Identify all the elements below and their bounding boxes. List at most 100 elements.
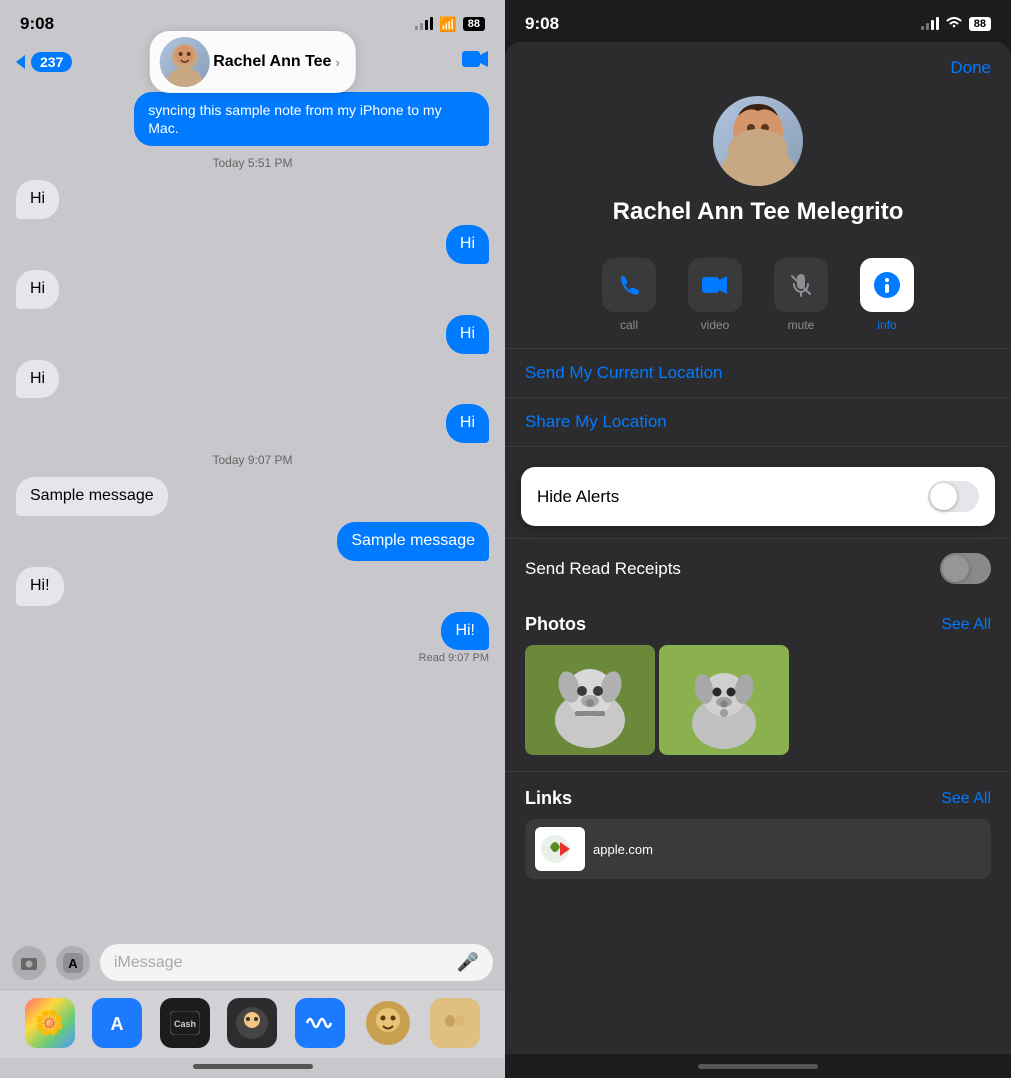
app-icons-row: 🌼 A Cash (0, 989, 505, 1058)
home-indicator (0, 1058, 505, 1078)
done-button[interactable]: Done (950, 58, 991, 78)
status-icons-left: 📶 88 (415, 16, 485, 33)
input-bar: A iMessage 🎤 (0, 936, 505, 989)
chevron-left-icon (16, 55, 25, 69)
send-location-btn[interactable]: Send My Current Location (505, 348, 1011, 397)
messages-area: syncing this sample note from my iPhone … (0, 82, 505, 936)
right-panel: 9:08 88 Done (505, 0, 1011, 1078)
home-bar-right (698, 1064, 818, 1069)
contact-full-name: Rachel Ann Tee Melegrito (613, 198, 904, 226)
signal-icon-right (921, 18, 939, 30)
message-bubble: Hi! (441, 612, 489, 651)
photo-thumb-2[interactable] (659, 645, 789, 755)
video-label: video (701, 318, 730, 332)
links-title: Links (525, 788, 572, 809)
action-buttons: call video (505, 242, 1011, 348)
photo-thumb-1[interactable] (525, 645, 655, 755)
message-bubble: Sample message (16, 477, 168, 516)
soundboard-icon[interactable] (295, 998, 345, 1048)
timestamp: Today 5:51 PM (16, 156, 489, 170)
toggle-thumb-receipts (942, 555, 969, 582)
hide-alerts-label: Hide Alerts (537, 487, 619, 507)
links-see-all-btn[interactable]: See All (941, 790, 991, 808)
wifi-icon-right (945, 15, 963, 34)
photos-grid (525, 645, 991, 755)
info-label: info (877, 318, 896, 332)
photos-see-all-btn[interactable]: See All (941, 616, 991, 634)
info-panel: Done Rachel Ann Tee Melegrito (505, 42, 1011, 1054)
camera-button[interactable] (12, 946, 46, 980)
battery-right: 88 (969, 17, 991, 31)
message-bubble: Hi (446, 404, 489, 443)
contact-avatar (713, 96, 803, 186)
nav-bar: 237 Rachel Ann Tee › (0, 42, 505, 82)
avatar-small (159, 37, 209, 87)
memoji2-icon[interactable] (363, 998, 413, 1048)
chevron-right-icon: › (335, 55, 339, 70)
message-bubble: Hi (446, 315, 489, 354)
photos-section-header: Photos See All (525, 614, 991, 635)
message-bubble: syncing this sample note from my iPhone … (134, 92, 489, 146)
apple-cash-icon[interactable]: Cash (160, 998, 210, 1048)
call-label: call (620, 318, 638, 332)
hide-alerts-card: Hide Alerts (521, 467, 995, 526)
photos-app-icon[interactable]: 🌼 (25, 998, 75, 1048)
call-icon-circle (602, 258, 656, 312)
toggle-thumb (930, 483, 957, 510)
call-action-btn[interactable]: call (594, 258, 664, 332)
message-bubble: Hi (446, 225, 489, 264)
app-store-button[interactable]: A (56, 946, 90, 980)
message-bubble: Hi (16, 180, 59, 219)
memoji-icon[interactable] (227, 998, 277, 1048)
read-receipts-label: Send Read Receipts (525, 559, 681, 579)
message-bubble: Hi (16, 360, 59, 399)
back-button[interactable]: 237 (16, 52, 72, 72)
home-indicator-right (505, 1054, 1011, 1078)
back-count: 237 (31, 52, 72, 72)
timestamp: Today 9:07 PM (16, 453, 489, 467)
home-bar (193, 1064, 313, 1069)
hide-alerts-toggle[interactable] (928, 481, 979, 512)
battery-left: 88 (463, 17, 485, 31)
svg-text:A: A (68, 956, 78, 971)
done-row: Done (505, 42, 1011, 86)
message-bubble: Hi (16, 270, 59, 309)
contact-name-popup[interactable]: Rachel Ann Tee › (149, 31, 356, 93)
read-receipts-toggle[interactable] (940, 553, 991, 584)
info-action-btn[interactable]: info (852, 258, 922, 332)
wifi-icon: 📶 (439, 16, 456, 33)
mute-label: mute (788, 318, 815, 332)
status-icons-right: 88 (921, 15, 991, 34)
photos-title: Photos (525, 614, 586, 635)
mute-action-btn[interactable]: mute (766, 258, 836, 332)
read-label: Read 9:07 PM (419, 652, 489, 664)
contact-name-label: Rachel Ann Tee (213, 53, 331, 71)
input-placeholder: iMessage (114, 954, 182, 972)
links-section-header: Links See All (525, 788, 991, 809)
photos-section: Photos See All (505, 598, 1011, 763)
message-bubble: Hi! (16, 567, 64, 606)
mic-icon: 🎤 (457, 952, 479, 973)
video-icon-circle (688, 258, 742, 312)
left-panel: 9:08 📶 88 237 (0, 0, 505, 1078)
share-location-btn[interactable]: Share My Location (505, 397, 1011, 447)
message-bubble: Sample message (337, 522, 489, 561)
svg-text:A: A (111, 1014, 124, 1034)
masks-icon[interactable] (430, 998, 480, 1048)
contact-header: Rachel Ann Tee Melegrito (505, 86, 1011, 242)
location-section: Send My Current Location Share My Locati… (505, 348, 1011, 455)
info-icon-circle (860, 258, 914, 312)
time-left: 9:08 (20, 14, 54, 34)
status-bar-right: 9:08 88 (505, 0, 1011, 42)
svg-text:Cash: Cash (174, 1019, 196, 1029)
read-receipts-row: Send Read Receipts (505, 538, 1011, 598)
appstore-icon[interactable]: A (92, 998, 142, 1048)
mute-icon-circle (774, 258, 828, 312)
message-input[interactable]: iMessage 🎤 (100, 944, 493, 981)
video-call-button[interactable] (461, 48, 489, 76)
time-right: 9:08 (525, 14, 559, 34)
link-preview[interactable]: apple.com (525, 819, 991, 879)
video-action-btn[interactable]: video (680, 258, 750, 332)
signal-icon (415, 18, 433, 30)
links-section: Links See All apple.com (505, 771, 1011, 887)
